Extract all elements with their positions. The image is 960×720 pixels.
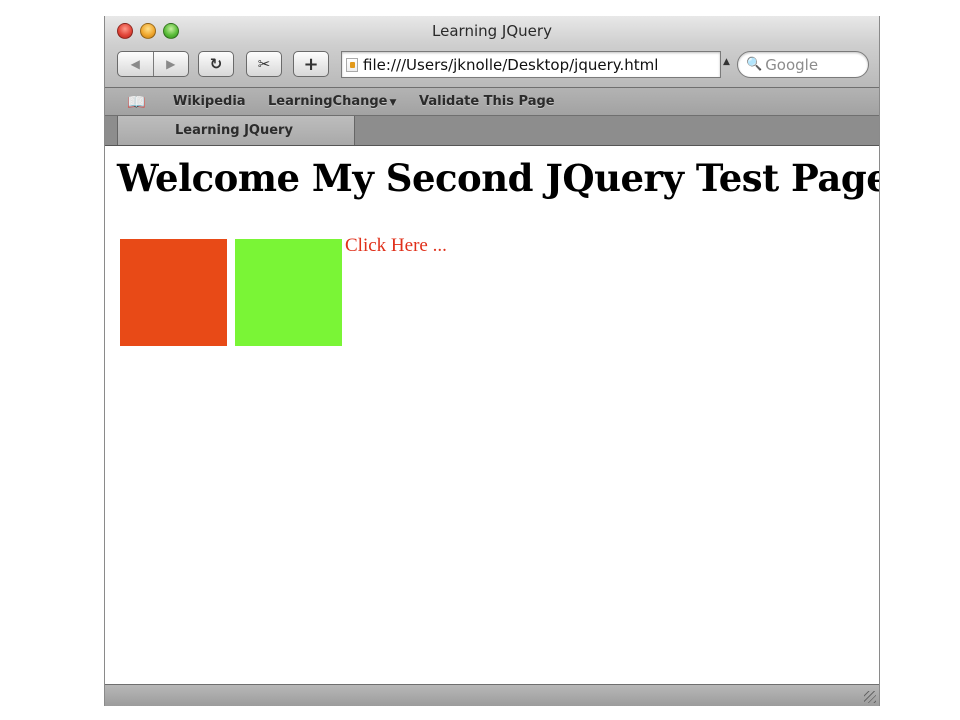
title-bar: Learning JQuery ◀ ▶ ↻ ✂ + file:///Users/… [105, 16, 879, 88]
page-content: Welcome My Second JQuery Test Page Click… [105, 146, 879, 684]
browser-window: Learning JQuery ◀ ▶ ↻ ✂ + file:///Users/… [104, 16, 880, 706]
add-bookmark-button[interactable]: + [293, 51, 329, 77]
window-title: Learning JQuery [432, 22, 552, 40]
reload-icon: ↻ [209, 55, 223, 73]
bookmark-learningchange[interactable]: LearningChange ▼ [268, 94, 396, 109]
tab-bar: Learning JQuery [105, 116, 879, 146]
search-icon[interactable]: 🔍 [746, 57, 762, 72]
bookmark-validate-this-page[interactable]: Validate This Page [419, 94, 555, 109]
green-box[interactable] [235, 239, 342, 346]
file-icon [346, 57, 358, 72]
page-heading: Welcome My Second JQuery Test Page [117, 156, 879, 200]
chevron-down-icon: ▼ [389, 98, 397, 108]
resize-grip-icon[interactable] [864, 691, 876, 703]
tab-learning-jquery[interactable]: Learning JQuery [117, 116, 355, 145]
forward-button[interactable]: ▶ [152, 52, 189, 76]
address-text[interactable]: file:///Users/jknolle/Desktop/jquery.htm… [363, 56, 658, 74]
web-clip-button[interactable]: ✂ [246, 51, 282, 77]
reload-button[interactable]: ↻ [198, 51, 234, 77]
bookmark-wikipedia[interactable]: Wikipedia [173, 94, 246, 109]
plus-icon: + [303, 53, 319, 75]
back-forward-group: ◀ ▶ [117, 51, 189, 77]
status-bar [105, 684, 879, 706]
bookmarks-bar: 📖 Wikipedia LearningChange ▼ Validate Thi… [105, 88, 879, 116]
red-box[interactable] [120, 239, 227, 346]
back-button[interactable]: ◀ [118, 52, 153, 76]
search-field[interactable]: 🔍 Google [737, 51, 869, 78]
click-here-link[interactable]: Click Here ... [345, 235, 447, 257]
back-arrow-icon: ◀ [130, 57, 140, 71]
scissors-icon: ✂ [257, 55, 271, 73]
book-icon[interactable]: 📖 [127, 93, 146, 111]
tab-label: Learning JQuery [175, 123, 293, 138]
bookmark-learningchange-label: LearningChange [268, 94, 388, 109]
address-field[interactable]: file:///Users/jknolle/Desktop/jquery.htm… [341, 51, 721, 78]
search-placeholder: Google [765, 55, 819, 74]
forward-arrow-icon: ▶ [166, 57, 176, 71]
address-history-icon[interactable]: ▲ [723, 57, 730, 67]
